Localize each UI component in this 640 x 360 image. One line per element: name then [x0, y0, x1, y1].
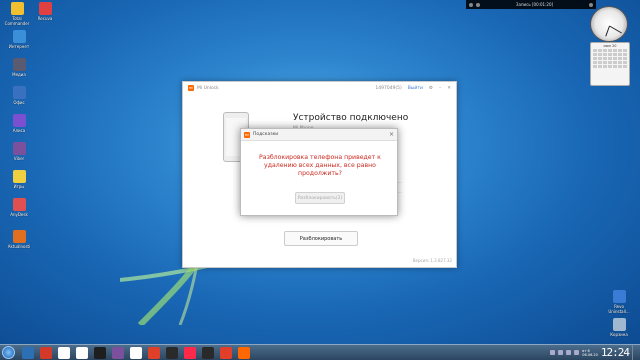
desktop-icon-label: Viber	[13, 156, 25, 161]
tray-icon[interactable]	[550, 350, 556, 355]
desktop-icon-label: Aktuálnosti	[7, 244, 31, 249]
system-tray: вт 6 06.06.20 12:24	[550, 345, 640, 360]
app-icon	[38, 2, 52, 15]
recycle-bin-icon	[612, 318, 626, 331]
app-icon	[12, 198, 26, 211]
desktop-icon[interactable]: Офис	[4, 86, 34, 105]
recorder-dot-icon[interactable]	[469, 2, 473, 7]
app-icon	[10, 2, 24, 15]
recycle-bin-desktop-icon[interactable]: Корзина	[604, 318, 634, 337]
recorder-settings-icon[interactable]	[589, 2, 593, 7]
app-icon	[12, 114, 26, 127]
mi-logo-icon: mi	[244, 131, 250, 138]
account-id: 1497049(5)	[375, 85, 402, 91]
dialog-message-line: удалению всех данных, все равно	[264, 162, 376, 169]
app-icon	[12, 30, 26, 43]
desktop-icon[interactable]: Интернет	[4, 30, 34, 49]
dialog-message-line: Разблокировка телефона приведет к	[259, 154, 381, 161]
side-text: ...	[398, 189, 402, 194]
recorder-dot-icon[interactable]	[476, 2, 480, 7]
app-icon	[12, 230, 26, 243]
dialog-close-icon[interactable]: ×	[389, 131, 394, 138]
tray-icon[interactable]	[566, 350, 572, 355]
show-desktop-button[interactable]	[632, 345, 637, 360]
recording-status: Запись [00:01:20]	[515, 2, 554, 7]
desktop-icon[interactable]: Алиса	[4, 114, 34, 133]
dialog-titlebar: mi Подсказки ×	[241, 129, 397, 141]
start-button[interactable]	[2, 346, 15, 359]
desktop-icon[interactable]: Total Commander	[2, 2, 32, 26]
mi-logo-icon: mi	[188, 85, 194, 91]
clock-gadget	[590, 6, 628, 42]
tray-clock[interactable]: 12:24	[601, 346, 630, 359]
settings-gear-icon[interactable]: ⚙	[429, 86, 433, 91]
desktop-icon-label: AnyDesk	[10, 212, 28, 217]
window-titlebar: mi Mi Unlock 1497049(5) Выйти ⚙ – ✕	[183, 82, 456, 94]
logout-link[interactable]: Выйти	[408, 86, 423, 91]
confirm-unlock-button[interactable]: Разблокировать(2)	[295, 192, 345, 204]
side-text: ...	[398, 179, 402, 184]
calendar-gadget: июн 20	[590, 42, 630, 86]
taskbar-app-icon[interactable]	[94, 346, 106, 359]
taskbar-app-icon[interactable]	[238, 346, 250, 359]
desktop-icon[interactable]: Recuva	[30, 2, 60, 21]
tray-icon[interactable]	[558, 350, 564, 355]
taskbar-app-icon[interactable]	[166, 346, 178, 359]
taskbar-app-icon[interactable]	[40, 346, 52, 359]
desktop-icon[interactable]: AnyDesk	[4, 198, 34, 217]
volume-icon[interactable]	[574, 350, 580, 355]
desktop-icon[interactable]: Aktuálnosti	[4, 230, 34, 249]
desktop-icon-label: Офис	[13, 100, 25, 105]
desktop-icon-label: Recuva	[37, 16, 53, 21]
desktop-icon[interactable]: Игры	[4, 170, 34, 189]
device-connected-heading: Устройство подключено	[293, 113, 409, 123]
warning-dialog: mi Подсказки × Разблокировка телефона пр…	[240, 128, 398, 216]
taskbar-app-icon[interactable]	[58, 346, 70, 359]
taskbar-app-icon[interactable]	[22, 346, 34, 359]
dialog-title: Подсказки	[253, 132, 279, 137]
desktop-icon[interactable]: Viber	[4, 142, 34, 161]
version-label: Версия: 1.3.827.32	[412, 258, 452, 263]
desktop: Total Commander Recuva Интернет Медиа Офис Ал…	[0, 0, 640, 344]
desktop-icon-label: Алиса	[12, 128, 26, 133]
dialog-message: Разблокировка телефона приведет к удален…	[251, 154, 389, 178]
revo-icon	[612, 290, 626, 303]
taskbar-app-icon[interactable]	[220, 346, 232, 359]
desktop-icon-label: Интернет	[8, 44, 30, 49]
taskbar-app-icon[interactable]	[112, 346, 124, 359]
app-icon	[12, 170, 26, 183]
recorder-bar: Запись [00:01:20]	[466, 0, 596, 9]
taskbar-app-icon[interactable]	[130, 346, 142, 359]
close-icon[interactable]: ✕	[447, 86, 451, 91]
taskbar-app-icon[interactable]	[202, 346, 214, 359]
unlock-button[interactable]: Разблокировать	[284, 231, 358, 246]
tray-date: вт 6 06.06.20	[582, 348, 598, 357]
dialog-message-line: продолжить?	[298, 170, 342, 177]
desktop-icon-label: Total Commander	[4, 16, 30, 26]
desktop-icon-label: Игры	[13, 184, 25, 189]
revo-desktop-icon[interactable]: Revo Uninstall...	[604, 290, 634, 314]
desktop-icon[interactable]: Медиа	[4, 58, 34, 77]
app-icon	[12, 58, 26, 71]
minimize-icon[interactable]: –	[439, 86, 441, 91]
desktop-icon-label: Медиа	[12, 72, 26, 77]
app-icon	[12, 142, 26, 155]
taskbar-app-icon[interactable]	[148, 346, 160, 359]
taskbar: вт 6 06.06.20 12:24	[0, 344, 640, 360]
window-title: Mi Unlock	[197, 85, 219, 91]
app-icon	[12, 86, 26, 99]
taskbar-app-icon[interactable]	[76, 346, 88, 359]
taskbar-app-icon[interactable]	[184, 346, 196, 359]
